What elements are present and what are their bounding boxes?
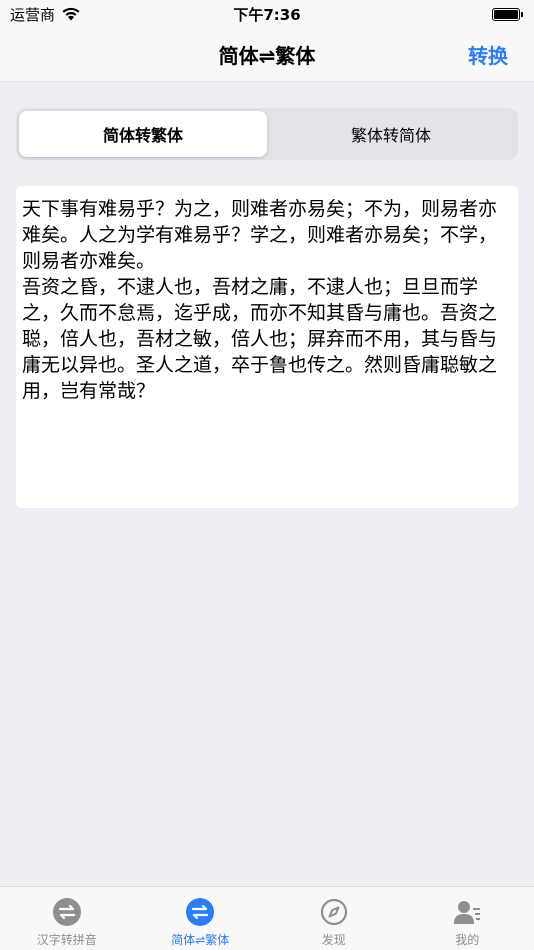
tab-simplified-traditional[interactable]: 简体⇌繁体 [134, 887, 268, 950]
swap-circle-icon [186, 898, 215, 926]
tab-bar: 汉字转拼音 简体⇌繁体 发现 我的 [0, 886, 534, 950]
tab-label: 发现 [321, 933, 346, 947]
swap-circle-icon [52, 898, 81, 926]
battery-icon [492, 7, 523, 21]
convert-button[interactable]: 转换 [468, 40, 508, 69]
tab-label: 我的 [455, 933, 480, 947]
nav-bar: 简体⇌繁体 转换 [0, 28, 534, 82]
page-title: 简体⇌繁体 [218, 44, 316, 68]
segment-traditional-to-simplified[interactable]: 繁体转简体 [267, 111, 515, 157]
segment-simplified-to-traditional[interactable]: 简体转繁体 [19, 111, 267, 157]
compass-icon [320, 898, 347, 926]
profile-icon [454, 901, 481, 924]
tab-profile[interactable]: 我的 [401, 887, 534, 950]
status-bar: 运营商 下午7:36 [0, 0, 534, 28]
tab-hanzi-to-pinyin[interactable]: 汉字转拼音 [0, 887, 134, 950]
conversion-mode-segmented-control: 简体转繁体 繁体转简体 [16, 108, 518, 160]
tab-label: 汉字转拼音 [36, 933, 97, 947]
text-input-area[interactable]: 天下事有难易乎？为之，则难者亦易矣；不为，则易者亦难矣。人之为学有难易乎？学之，… [16, 186, 518, 508]
tab-discover[interactable]: 发现 [267, 887, 401, 950]
status-time: 下午7:36 [233, 6, 301, 24]
battery-fill [494, 9, 518, 19]
tab-label: 简体⇌繁体 [171, 933, 230, 947]
